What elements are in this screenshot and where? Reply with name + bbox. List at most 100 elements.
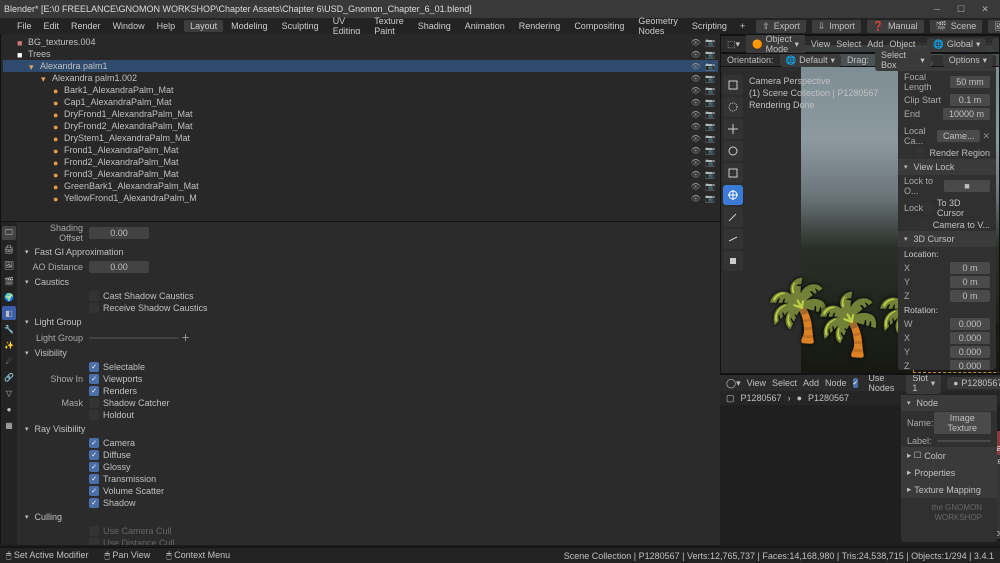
outliner-row[interactable]: ●DryFrond1_AlexandraPalm_Mat👁 📷 <box>3 108 718 120</box>
ne-view[interactable]: View <box>747 378 766 388</box>
usecamcull-check[interactable]: ✓ <box>89 526 99 536</box>
tool-annotate[interactable] <box>723 207 743 227</box>
panel-culling[interactable]: Culling <box>19 509 720 525</box>
crumb-home-icon[interactable]: ▢ <box>726 393 735 404</box>
panel-caustics[interactable]: Caustics <box>19 274 720 290</box>
outliner-row[interactable]: ●Frond3_AlexandraPalm_Mat👁 📷 <box>3 168 718 180</box>
cursor-x[interactable]: 0 m <box>950 262 990 274</box>
prop-tab-material[interactable]: ● <box>2 402 16 416</box>
export-button[interactable]: ⇧ Export <box>756 20 806 33</box>
viewports-check[interactable]: ✓ <box>89 374 99 384</box>
viewlayer-dropdown[interactable]: 🖼 ViewLayer <box>988 20 1000 33</box>
outliner-row[interactable]: ●DryStem1_AlexandraPalm_Mat👁 📷 <box>3 132 718 144</box>
mode-dropdown[interactable]: 🟠 Object Mode ▾ <box>746 34 805 55</box>
shading-offset[interactable]: 0.00 <box>89 227 149 239</box>
ray-shadow[interactable]: ✓ <box>89 498 99 508</box>
tool-transform[interactable] <box>723 185 743 205</box>
menu-edit[interactable]: Edit <box>39 20 65 32</box>
holdout-check[interactable]: ✓ <box>89 410 99 420</box>
panel-rayvis[interactable]: Ray Visibility <box>19 421 720 437</box>
tab-scripting[interactable]: Scripting <box>686 20 733 32</box>
outliner-row[interactable]: ●Frond2_AlexandraPalm_Mat👁 📷 <box>3 156 718 168</box>
usedistcull-check[interactable]: ✓ <box>89 538 99 545</box>
panel-3dcursor[interactable]: 3D Cursor <box>898 231 996 247</box>
menu-help[interactable]: Help <box>152 20 181 32</box>
np-texmap[interactable]: ▸ Texture Mapping <box>901 481 997 498</box>
tool-rotate[interactable] <box>723 141 743 161</box>
prop-tab-world[interactable]: 🌍 <box>2 290 16 304</box>
outliner-row[interactable]: ●Bark1_AlexandraPalm_Mat👁 📷 <box>3 84 718 96</box>
tab-shading[interactable]: Shading <box>412 20 457 32</box>
cursor-z[interactable]: 0 m <box>950 290 990 302</box>
object-menu[interactable]: Object <box>889 39 915 49</box>
tab-modeling[interactable]: Modeling <box>225 20 274 32</box>
outliner-row[interactable]: ▾Alexandra palm1👁 📷 <box>3 60 718 72</box>
import-button[interactable]: ⇩ Import <box>812 20 861 33</box>
outliner-row[interactable]: ▾Alexandra palm1.002👁 📷 <box>3 72 718 84</box>
focal-length-input[interactable]: 50 mm <box>950 76 990 88</box>
panel-visibility[interactable]: Visibility <box>19 345 720 361</box>
tool-cursor[interactable] <box>723 97 743 117</box>
prop-tab-output[interactable]: 🖨 <box>2 242 16 256</box>
outliner[interactable]: ■BG_textures.004👁 📷■Trees👁 📷▾Alexandra p… <box>1 34 720 222</box>
pivot-dropdown[interactable]: ⊙▾ <box>992 38 1000 51</box>
orientation-dropdown[interactable]: 🌐 Global ▾ <box>927 38 986 51</box>
prop-tab-render[interactable]: 🖵 <box>2 226 16 240</box>
shadowcatcher-check[interactable]: ✓ <box>89 398 99 408</box>
menu-window[interactable]: Window <box>108 20 150 32</box>
outliner-row[interactable]: ●GreenBark1_AlexandraPalm_Mat👁 📷 <box>3 180 718 192</box>
select-menu[interactable]: Select <box>836 39 861 49</box>
node-label-input[interactable] <box>937 440 991 442</box>
material-name[interactable]: ● P1280567 <box>947 377 1000 389</box>
tab-add[interactable]: + <box>735 20 750 32</box>
lock-3dcursor-check[interactable]: ✓ <box>923 203 933 213</box>
options-dropdown[interactable]: Options ▾ <box>943 54 993 67</box>
renders-check[interactable]: ✓ <box>89 386 99 396</box>
prop-tab-constraints[interactable]: 🔗 <box>2 370 16 384</box>
lightgroup-input[interactable] <box>89 337 179 339</box>
prop-tab-viewlayer[interactable]: 🖼 <box>2 258 16 272</box>
lock-camview-check[interactable]: ✓ <box>919 220 929 230</box>
outliner-row[interactable]: ●DryFrond2_AlexandraPalm_Mat👁 📷 <box>3 120 718 132</box>
ray-transmission[interactable]: ✓ <box>89 474 99 484</box>
np-color[interactable]: ▸ ☐ Color <box>901 447 997 464</box>
clip-end-input[interactable]: 10000 m <box>943 108 990 120</box>
view-menu[interactable]: View <box>811 39 830 49</box>
cast-shadow-caustics[interactable]: ✓ <box>89 291 99 301</box>
slot-dropdown[interactable]: Slot 1 ▾ <box>906 374 941 394</box>
ray-diffuse[interactable]: ✓ <box>89 450 99 460</box>
prop-tab-texture[interactable]: ▦ <box>2 418 16 432</box>
clip-start-input[interactable]: 0.1 m <box>950 94 990 106</box>
prop-tab-object[interactable]: ◧ <box>2 306 16 320</box>
ray-volscatter[interactable]: ✓ <box>89 486 99 496</box>
prop-tab-particles[interactable]: ✨ <box>2 338 16 352</box>
ray-camera[interactable]: ✓ <box>89 438 99 448</box>
ne-node[interactable]: Node <box>825 378 847 388</box>
outliner-row[interactable]: ●YellowFrond1_AlexandraPalm_M👁 📷 <box>3 192 718 204</box>
tool-move[interactable] <box>723 119 743 139</box>
outliner-row[interactable]: ■Trees👁 📷 <box>3 48 718 60</box>
cursor-w[interactable]: 0.000 <box>950 318 990 330</box>
panel-fastgi[interactable]: Fast GI Approximation <box>19 244 720 260</box>
outliner-row[interactable]: ●Frond1_AlexandraPalm_Mat👁 📷 <box>3 144 718 156</box>
outliner-row[interactable]: ●Cap1_AlexandraPalm_Mat👁 📷 <box>3 96 718 108</box>
cursor-rx[interactable]: 0.000 <box>950 332 990 344</box>
tab-animation[interactable]: Animation <box>459 20 511 32</box>
maximize-button[interactable]: ☐ <box>950 2 972 16</box>
render-region-check[interactable]: ✓ <box>915 148 925 158</box>
ao-distance[interactable]: 0.00 <box>89 261 149 273</box>
tool-select-box[interactable] <box>723 75 743 95</box>
crumb-1[interactable]: P1280567 <box>741 393 782 403</box>
recv-shadow-caustics[interactable]: ✓ <box>89 303 99 313</box>
minimize-button[interactable]: ─ <box>926 2 948 16</box>
prop-tab-physics[interactable]: ☄ <box>2 354 16 368</box>
ray-glossy[interactable]: ✓ <box>89 462 99 472</box>
prop-tab-scene[interactable]: 🎬 <box>2 274 16 288</box>
outliner-row[interactable]: ■BG_textures.004👁 📷 <box>3 36 718 48</box>
editor-type-icon[interactable]: ⬚▾ <box>727 39 740 50</box>
viewport-3d[interactable]: ⬚▾ 🟠 Object Mode ▾ View Select Add Objec… <box>720 34 1000 374</box>
node-name-input[interactable]: Image Texture <box>934 412 991 434</box>
tab-rendering[interactable]: Rendering <box>513 20 567 32</box>
cursor-y[interactable]: 0 m <box>950 276 990 288</box>
tool-measure[interactable] <box>723 229 743 249</box>
